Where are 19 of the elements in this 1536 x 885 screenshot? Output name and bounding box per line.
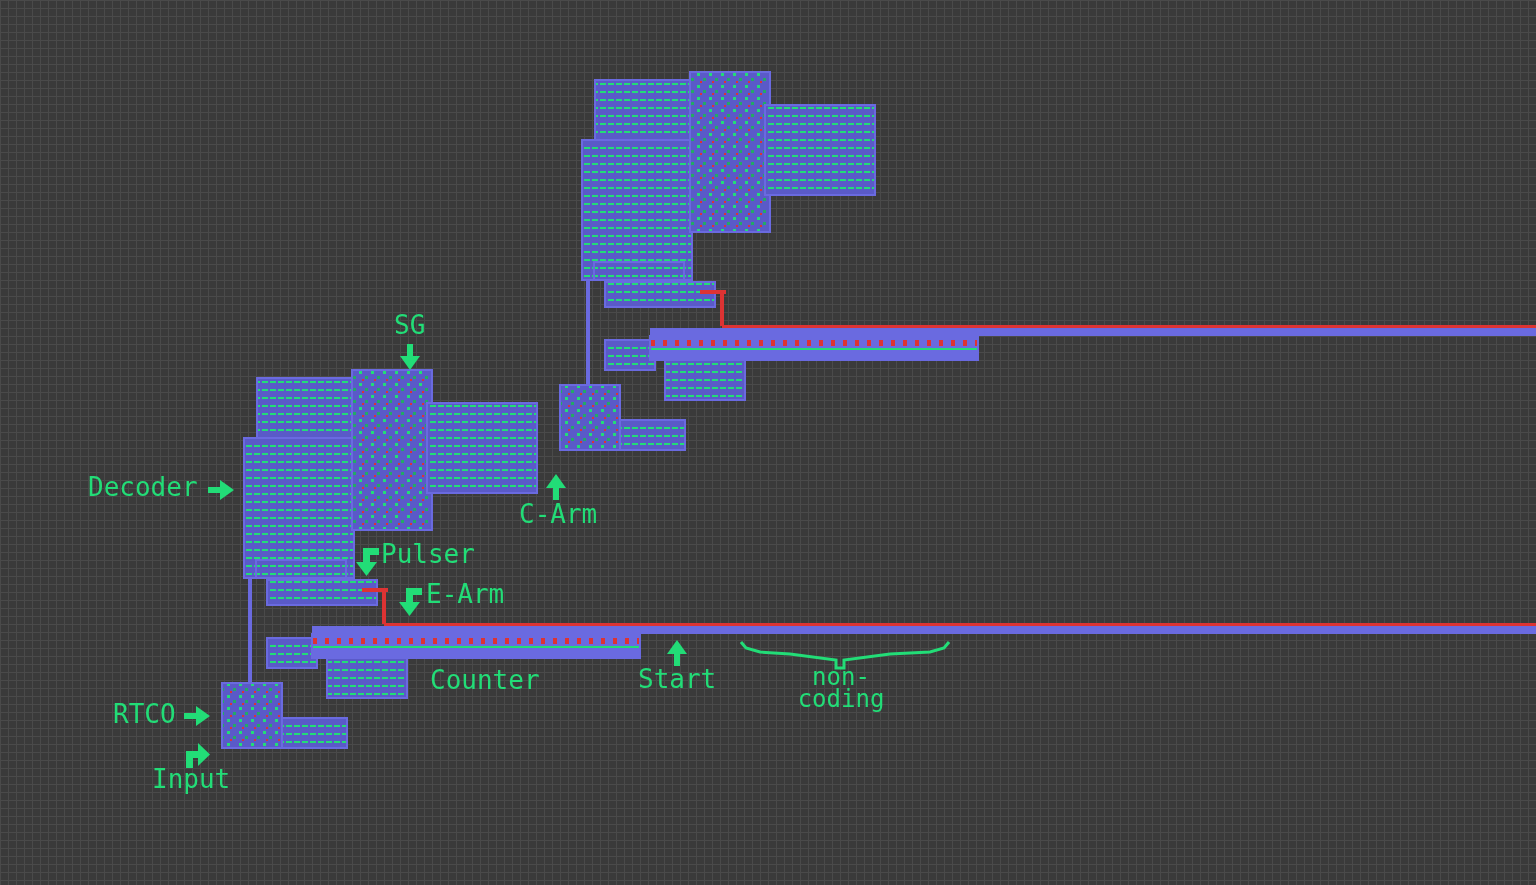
- brace-icon: [740, 640, 950, 670]
- down-arrow-icon: [400, 344, 420, 370]
- canvas-label: E-Arm: [426, 579, 505, 609]
- bent-arrow-icon: [398, 588, 422, 616]
- canvas-label: Input: [152, 764, 231, 794]
- canvas-label: Counter: [430, 665, 540, 695]
- canvas-label: Decoder: [88, 472, 198, 502]
- canvas-label: Start: [638, 664, 717, 694]
- canvas-label: non-coding: [796, 666, 886, 710]
- right-arrow-icon: [208, 480, 234, 500]
- bent-arrow-icon: [184, 742, 210, 768]
- bent-arrow-icon: [355, 548, 379, 576]
- canvas-label: Pulser: [381, 539, 475, 569]
- right-arrow-icon: [184, 706, 210, 726]
- up-arrow-icon: [546, 474, 566, 500]
- canvas-label: RTCO: [113, 699, 176, 729]
- canvas-label: SG: [394, 310, 426, 340]
- canvas-label: C-Arm: [519, 499, 598, 529]
- up-arrow-icon: [667, 640, 687, 666]
